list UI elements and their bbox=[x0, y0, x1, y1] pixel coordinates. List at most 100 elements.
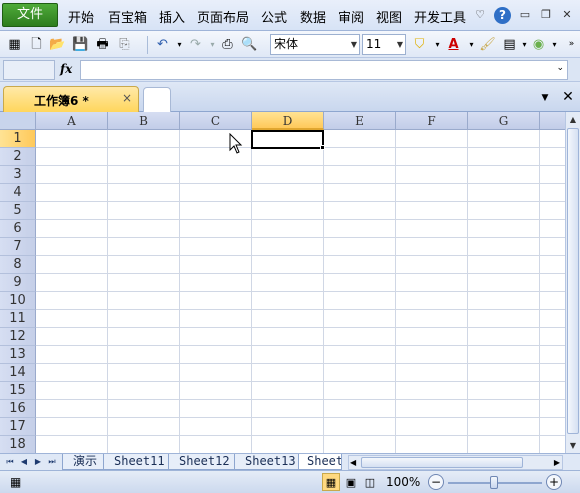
sheet-tab-sheet13[interactable]: Sheet13 bbox=[234, 454, 303, 470]
column-header-a[interactable]: A bbox=[36, 112, 108, 130]
row-header-4[interactable]: 4 bbox=[0, 184, 36, 202]
horizontal-scroll-thumb[interactable] bbox=[361, 457, 523, 468]
zoom-slider-thumb[interactable] bbox=[490, 476, 498, 489]
theme-dropdown-icon[interactable]: ▾ bbox=[546, 36, 563, 53]
document-tab[interactable]: 工作簿6 * × bbox=[3, 86, 139, 112]
sheet-tab-active[interactable]: Sheet bbox=[298, 454, 342, 470]
column-header-b[interactable]: B bbox=[108, 112, 180, 130]
page-break-view-icon[interactable]: ◫ bbox=[361, 473, 379, 491]
help-icon[interactable]: ? bbox=[494, 7, 511, 24]
row-header-18[interactable]: 18 bbox=[0, 436, 36, 453]
fill-color-dropdown-icon[interactable]: ▾ bbox=[429, 36, 446, 53]
next-sheet-icon[interactable]: ▶ bbox=[32, 455, 44, 469]
font-name-select[interactable]: 宋体 ▼ bbox=[270, 34, 360, 55]
row-header-6[interactable]: 6 bbox=[0, 220, 36, 238]
row-header-1[interactable]: 1 bbox=[0, 130, 36, 148]
row-header-8[interactable]: 8 bbox=[0, 256, 36, 274]
menu-data[interactable]: 数据 bbox=[300, 7, 326, 26]
page-layout-view-icon[interactable]: ▣ bbox=[342, 473, 360, 491]
print-preview-icon[interactable]: 🖶 bbox=[94, 36, 111, 53]
app-icon[interactable]: ▦ bbox=[6, 36, 23, 53]
formula-input[interactable]: ⌄ bbox=[80, 60, 568, 80]
close-window-icon[interactable]: ✕ bbox=[559, 7, 575, 23]
fx-icon[interactable]: fx bbox=[60, 62, 78, 78]
restore-icon[interactable]: ❐ bbox=[538, 7, 554, 23]
zoom-in-icon[interactable]: + bbox=[546, 474, 562, 490]
undo-dropdown-icon[interactable]: ▾ bbox=[171, 36, 188, 53]
collapse-ribbon-icon[interactable]: ♡ bbox=[472, 7, 488, 23]
fill-color-icon[interactable]: ⛉ bbox=[411, 36, 428, 53]
menu-review[interactable]: 审阅 bbox=[338, 7, 364, 26]
menu-home[interactable]: 开始 bbox=[68, 7, 94, 26]
undo-icon[interactable]: ↶ bbox=[154, 36, 171, 53]
scroll-right-icon[interactable]: ▶ bbox=[554, 456, 560, 469]
first-sheet-icon[interactable]: ⏮ bbox=[4, 455, 16, 469]
save-icon[interactable]: 💾 bbox=[72, 36, 89, 53]
print-icon[interactable]: ⎙ bbox=[219, 36, 236, 53]
fill-handle[interactable] bbox=[320, 145, 325, 150]
scroll-left-icon[interactable]: ◀ bbox=[350, 456, 356, 469]
new-file-icon[interactable]: 🗋 bbox=[28, 36, 45, 53]
column-header-c[interactable]: C bbox=[180, 112, 252, 130]
brush-icon[interactable]: 🖌 bbox=[479, 36, 496, 53]
menu-view[interactable]: 视图 bbox=[376, 7, 402, 26]
row-header-2[interactable]: 2 bbox=[0, 148, 36, 166]
tabs-dropdown-icon[interactable]: ▼ bbox=[536, 89, 554, 107]
menu-developer[interactable]: 开发工具 bbox=[414, 7, 466, 26]
row-header-13[interactable]: 13 bbox=[0, 346, 36, 364]
zoom-out-icon[interactable]: − bbox=[428, 474, 444, 490]
last-sheet-icon[interactable]: ⏭ bbox=[46, 455, 58, 469]
row-header-15[interactable]: 15 bbox=[0, 382, 36, 400]
scroll-down-icon[interactable]: ▼ bbox=[566, 438, 580, 453]
close-document-icon[interactable]: ✕ bbox=[559, 88, 577, 106]
row-header-11[interactable]: 11 bbox=[0, 310, 36, 328]
font-size-select[interactable]: 11 ▼ bbox=[362, 34, 406, 55]
menu-page-layout[interactable]: 页面布局 bbox=[197, 7, 249, 26]
menu-formulas[interactable]: 公式 bbox=[261, 7, 287, 26]
font-color-icon[interactable]: A bbox=[445, 36, 462, 53]
zoom-level[interactable]: 100% bbox=[386, 475, 420, 489]
prev-sheet-icon[interactable]: ◀ bbox=[18, 455, 30, 469]
menu-insert[interactable]: 插入 bbox=[159, 7, 185, 26]
vertical-scrollbar[interactable]: ▲ ▼ bbox=[565, 112, 580, 453]
row-header-12[interactable]: 12 bbox=[0, 328, 36, 346]
name-box[interactable] bbox=[3, 60, 55, 80]
redo-icon[interactable]: ↷ bbox=[187, 36, 204, 53]
select-all-corner[interactable] bbox=[0, 112, 36, 130]
column-header-e[interactable]: E bbox=[324, 112, 396, 130]
minimize-icon[interactable]: ▭ bbox=[517, 7, 533, 23]
horizontal-scrollbar[interactable]: ◀ ▶ bbox=[348, 455, 563, 470]
row-header-10[interactable]: 10 bbox=[0, 292, 36, 310]
spreadsheet-grid[interactable]: ABCDEFG 1 2 3 4 5 6 7 8 9 10 11 12 13 14 15 16 17 18 bbox=[0, 112, 565, 453]
row-header-17[interactable]: 17 bbox=[0, 418, 36, 436]
macro-record-icon[interactable]: ▦ bbox=[10, 474, 26, 490]
column-header-d[interactable]: D bbox=[252, 112, 324, 130]
close-tab-icon[interactable]: × bbox=[122, 91, 132, 105]
menu-toolbox[interactable]: 百宝箱 bbox=[108, 7, 147, 26]
active-cell[interactable] bbox=[251, 130, 324, 149]
row-header-16[interactable]: 16 bbox=[0, 400, 36, 418]
column-header-g[interactable]: G bbox=[468, 112, 540, 130]
row-header-14[interactable]: 14 bbox=[0, 364, 36, 382]
expand-formula-icon[interactable]: ⌄ bbox=[556, 63, 564, 73]
row-header-3[interactable]: 3 bbox=[0, 166, 36, 184]
vertical-scroll-thumb[interactable] bbox=[567, 128, 579, 434]
scroll-up-icon[interactable]: ▲ bbox=[566, 112, 580, 127]
file-menu-button[interactable]: 文件 bbox=[2, 3, 58, 27]
sheet-tab-sheet11[interactable]: Sheet11 bbox=[103, 454, 172, 470]
theme-icon[interactable]: ◉ bbox=[530, 36, 547, 53]
column-header-f[interactable]: F bbox=[396, 112, 468, 130]
font-color-dropdown-icon[interactable]: ▾ bbox=[463, 36, 480, 53]
normal-view-icon[interactable]: ▦ bbox=[322, 473, 340, 491]
sheet-tab-sheet12[interactable]: Sheet12 bbox=[168, 454, 237, 470]
sheet-tab-demo[interactable]: 演示 bbox=[62, 454, 105, 470]
toolbar-more-icon[interactable]: » bbox=[563, 36, 580, 53]
row-header-7[interactable]: 7 bbox=[0, 238, 36, 256]
format-painter-icon[interactable]: ⎘ bbox=[116, 36, 133, 53]
print-preview-zoom-icon[interactable]: 🔍 bbox=[241, 36, 258, 53]
new-tab-button[interactable] bbox=[143, 87, 171, 112]
row-header-5[interactable]: 5 bbox=[0, 202, 36, 220]
column-header-partial[interactable] bbox=[540, 112, 565, 130]
open-folder-icon[interactable]: 📂 bbox=[49, 36, 66, 53]
row-header-9[interactable]: 9 bbox=[0, 274, 36, 292]
